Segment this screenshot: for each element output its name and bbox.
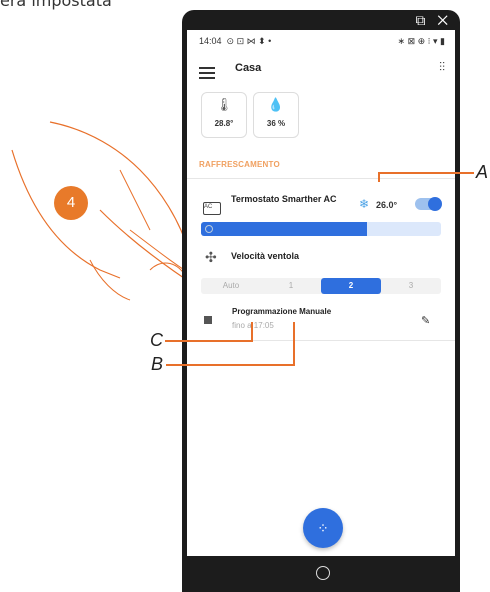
app-bar: Casa ⫶⫶ [187,58,455,92]
temperature-value: 28.8° [214,119,234,128]
status-time: 14:04 ⊙ ⊡ ⋈ ⬍ • [199,36,272,46]
callout-line-b [166,364,295,366]
caption-text: era impostata [0,0,112,10]
add-fab-button[interactable]: ⁘ [303,508,343,548]
page-title: Casa [235,62,262,74]
slider-handle-icon[interactable] [205,225,213,233]
hamburger-menu-icon[interactable] [199,64,215,82]
humidity-value: 36 % [266,119,286,128]
status-icons: ∗ ⊠ ⊕ ⁝ ▾ ▮ [397,36,445,46]
schedule-title[interactable]: Programmazione Manuale [232,307,331,316]
callout-a: A [476,162,489,182]
fan-speed-1[interactable]: 1 [261,278,321,294]
navigation-bar [187,556,455,592]
air-conditioner-icon: AC [203,202,221,215]
step-badge: 4 [54,186,88,220]
thermometer-icon: 🌡 [215,97,233,112]
status-bar: 14:04 ⊙ ⊡ ⋈ ⬍ • ∗ ⊠ ⊕ ⁝ ▾ ▮ [199,36,445,50]
callout-line-a [378,172,474,174]
thermostat-toggle[interactable] [415,197,442,211]
fan-speed-2[interactable]: 2 [321,278,381,294]
slider-fill [201,222,367,236]
phone-frame: ⧉ ✕ 14:04 ⊙ ⊡ ⋈ ⬍ • ∗ ⊠ ⊕ ⁝ ▾ ▮ Casa ⫶⫶ … [182,10,460,592]
snowflake-icon: ❄ [359,197,370,211]
fan-speed-label: Velocità ventola [231,251,300,261]
frame-icons[interactable]: ⧉ ✕ [415,12,452,29]
fan-icon: ✣ [205,249,217,265]
pointing-hand-illustration [11,121,200,301]
home-button[interactable] [316,566,330,580]
thermostat-temperature: 26.0° [376,200,398,210]
callout-line-c [165,340,253,342]
callout-line-b [293,322,295,365]
edit-pencil-icon[interactable]: ✎ [421,314,430,327]
thermostat-name[interactable]: Termostato Smarther AC [231,194,341,204]
drop-icon: 💧 [267,97,285,112]
setpoint-slider[interactable] [201,222,441,236]
callout-b: B [151,354,164,374]
app-screen: 14:04 ⊙ ⊡ ⋈ ⬍ • ∗ ⊠ ⊕ ⁝ ▾ ▮ Casa ⫶⫶ 🌡 28… [187,30,455,556]
chart-icon[interactable]: ⫶⫶ [439,60,445,75]
fan-speed-3[interactable]: 3 [381,278,441,294]
fan-speed-selector: Auto 1 2 3 [201,278,441,294]
temperature-sensor-card[interactable]: 🌡 28.8° [201,92,247,138]
fan-speed-auto[interactable]: Auto [201,278,261,294]
callout-c: C [150,330,163,350]
section-heading: RAFFRESCAMENTO [199,160,280,169]
divider [187,178,455,179]
stop-icon [204,316,212,324]
humidity-sensor-card[interactable]: 💧 36 % [253,92,299,138]
callout-line-c [251,322,253,340]
